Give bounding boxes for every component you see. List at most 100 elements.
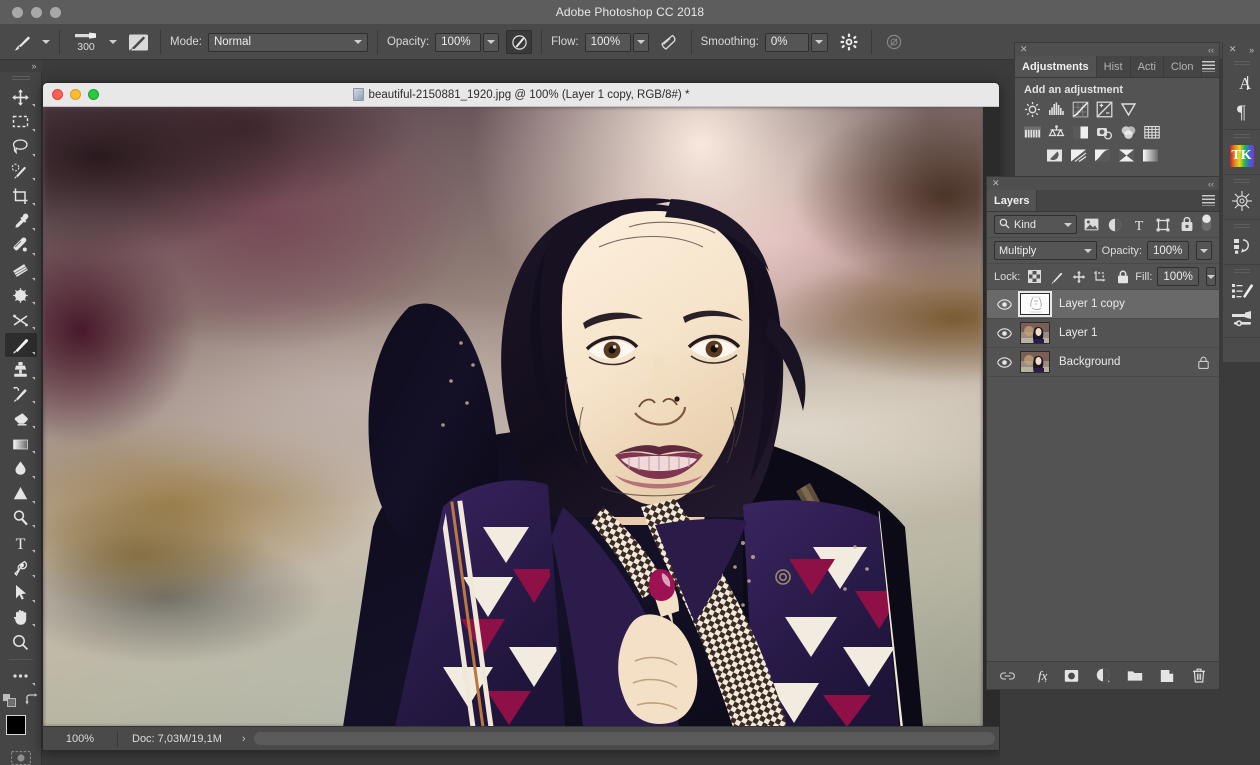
horizontal-scrollbar[interactable] [253, 732, 995, 745]
table-row[interactable]: Layer 1 [987, 319, 1219, 348]
layer-blend-mode-select[interactable]: Multiply [994, 241, 1097, 260]
zoom-level[interactable]: 100% [43, 733, 117, 745]
clone-stamp-tool[interactable] [5, 358, 37, 382]
tool-flyout-indicator[interactable] [31, 153, 35, 157]
posterize-icon[interactable] [1070, 148, 1087, 168]
layer-visibility-toggle[interactable] [991, 327, 1017, 339]
brush-tool[interactable] [4, 333, 37, 357]
tool-flyout-indicator[interactable] [31, 574, 35, 578]
chevron-down-icon[interactable] [1083, 248, 1092, 253]
filter-adjustment-layers-icon[interactable] [1106, 215, 1125, 235]
tool-flyout-indicator[interactable] [31, 682, 35, 686]
tool-flyout-indicator[interactable] [31, 203, 35, 207]
tool-flyout-indicator[interactable] [31, 128, 35, 132]
airbrush-toggle[interactable] [656, 30, 682, 54]
character-panel-icon[interactable]: A [1227, 69, 1257, 97]
channel-mixer-icon[interactable] [1120, 125, 1137, 145]
zoom-tool[interactable] [5, 630, 37, 654]
eyedropper-tool[interactable] [5, 209, 37, 233]
brush-picker-chevron-icon[interactable] [109, 40, 117, 44]
blend-mode-select[interactable]: Normal [207, 32, 368, 52]
brush-panel-icon[interactable] [125, 30, 151, 54]
new-layer-icon[interactable] [1159, 667, 1176, 685]
tool-flyout-indicator[interactable] [31, 104, 35, 108]
brush-size-picker[interactable]: 300 [69, 31, 117, 53]
lock-artboard-nesting-icon[interactable] [1093, 269, 1108, 285]
tool-flyout-indicator[interactable] [31, 327, 35, 331]
smoothing-dropdown-button[interactable] [810, 32, 828, 52]
gradient-map-icon[interactable] [1142, 148, 1159, 168]
lock-image-pixels-icon[interactable] [1049, 269, 1064, 285]
black-and-white-icon[interactable] [1072, 125, 1089, 145]
tool-flyout-indicator[interactable] [31, 351, 35, 355]
quick-selection-tool[interactable] [5, 160, 37, 184]
filter-type-layers-icon[interactable]: T [1130, 215, 1149, 235]
hue-saturation-icon[interactable] [1048, 124, 1065, 145]
delete-layer-icon[interactable] [1191, 667, 1208, 685]
path-selection-tool[interactable] [5, 581, 37, 605]
close-icon[interactable]: ✕ [1020, 44, 1028, 55]
toolbar-grip[interactable] [11, 75, 30, 83]
layer-thumbnail[interactable] [1018, 291, 1052, 317]
layer-visibility-toggle[interactable] [991, 356, 1017, 368]
tool-flyout-indicator[interactable] [31, 277, 35, 281]
filter-smart-objects-icon[interactable] [1177, 215, 1196, 235]
layer-thumbnail-box[interactable] [1017, 322, 1053, 344]
tool-flyout-indicator[interactable] [31, 451, 35, 455]
tab-history[interactable]: Hist [1096, 56, 1131, 77]
type-tool[interactable]: T [5, 531, 37, 555]
tab-clone-source[interactable]: Clon [1163, 56, 1202, 77]
vibrance-icon[interactable] [1120, 101, 1137, 123]
expand-panels-icon[interactable]: » [1249, 45, 1254, 55]
toolbar-collapse-button[interactable]: » [0, 60, 42, 72]
hand-tool[interactable] [5, 606, 37, 630]
dodge-tool[interactable] [5, 507, 37, 531]
color-swatches[interactable] [5, 714, 36, 745]
document-titlebar[interactable]: beautiful-2150881_1920.jpg @ 100% (Layer… [43, 83, 999, 107]
layer-thumbnail[interactable] [1020, 322, 1050, 344]
crop-tool[interactable] [5, 184, 37, 208]
brush-settings-panel-icon[interactable] [1227, 277, 1257, 305]
gear-icon[interactable] [836, 30, 862, 54]
color-lookup-icon[interactable] [1144, 125, 1160, 145]
layer-fill-input[interactable]: 100% [1157, 267, 1199, 286]
history-panel-icon[interactable] [1227, 232, 1257, 260]
brush-preset-icon[interactable] [10, 30, 36, 54]
blur-tool[interactable] [5, 457, 37, 481]
sharpen-tool[interactable] [5, 482, 37, 506]
tk-actions-panel-icon[interactable]: TK [1227, 142, 1257, 170]
rectangular-marquee-tool[interactable] [5, 110, 37, 134]
tool-flyout-indicator[interactable] [31, 426, 35, 430]
chevron-down-icon[interactable] [353, 40, 362, 44]
layer-name[interactable]: Layer 1 copy [1053, 298, 1211, 310]
panel-group-grip[interactable] [1233, 269, 1250, 275]
panel-menu-icon[interactable] [1202, 195, 1215, 206]
lock-position-icon[interactable] [1071, 269, 1086, 285]
layer-thumbnail[interactable] [1020, 351, 1050, 373]
tool-preset-picker[interactable] [10, 30, 50, 54]
brightness-contrast-icon[interactable] [1024, 101, 1041, 123]
add-layer-style-icon[interactable]: fx [1031, 667, 1048, 685]
layer-opacity-dropdown-button[interactable] [1196, 241, 1212, 260]
tool-flyout-indicator[interactable] [31, 376, 35, 380]
red-eye-tool[interactable] [5, 308, 37, 332]
curves-icon[interactable] [1072, 101, 1089, 123]
tool-flyout-indicator[interactable] [31, 252, 35, 256]
status-expand-arrow-icon[interactable]: › [236, 733, 252, 745]
eraser-tool[interactable] [5, 407, 37, 431]
chevron-down-icon[interactable] [1206, 274, 1215, 279]
table-row[interactable]: Background [987, 348, 1219, 377]
panel-group-grip[interactable] [1233, 61, 1250, 67]
tool-flyout-indicator[interactable] [31, 599, 35, 603]
chevron-down-icon[interactable] [1064, 222, 1073, 227]
link-layers-icon[interactable] [999, 667, 1016, 685]
spot-healing-brush-tool[interactable] [5, 234, 37, 258]
layer-thumbnail-box[interactable] [1017, 351, 1053, 373]
filter-pixel-layers-icon[interactable] [1082, 215, 1101, 235]
tool-flyout-indicator[interactable] [31, 401, 35, 405]
smoothing-input[interactable]: 0% [764, 32, 809, 52]
tool-flyout-indicator[interactable] [31, 475, 35, 479]
panel-group-grip[interactable] [1233, 179, 1250, 185]
layer-thumbnail-box[interactable] [1017, 291, 1053, 317]
tool-flyout-indicator[interactable] [31, 178, 35, 182]
